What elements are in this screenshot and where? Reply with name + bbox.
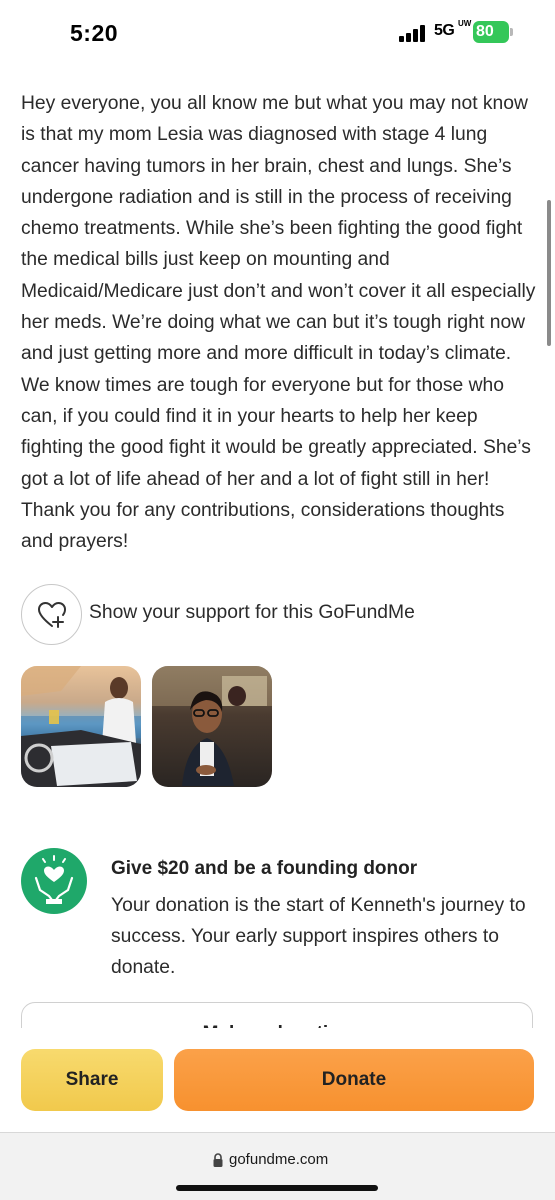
support-label[interactable]: Show your support for this GoFundMe bbox=[89, 602, 415, 624]
network-label: 5G bbox=[434, 22, 455, 39]
action-bar: Share Donate bbox=[0, 1028, 555, 1132]
status-bar: 5:20 5G UW 80 bbox=[0, 0, 555, 68]
home-indicator[interactable] bbox=[176, 1185, 378, 1191]
photo-boat-image bbox=[21, 666, 141, 787]
photo-portrait-image bbox=[152, 666, 272, 786]
browser-address-bar[interactable]: gofundme.com bbox=[0, 1132, 555, 1200]
signal-icon bbox=[399, 24, 429, 42]
photo-boat[interactable] bbox=[21, 666, 141, 787]
battery-level: 80 bbox=[476, 23, 494, 40]
lock-icon bbox=[213, 1153, 223, 1167]
support-button[interactable] bbox=[21, 584, 82, 645]
scrollbar[interactable] bbox=[547, 200, 551, 346]
founding-donor-description: Your donation is the start of Kenneth's … bbox=[111, 895, 526, 978]
heart-plus-icon bbox=[38, 602, 66, 628]
battery-cap bbox=[510, 28, 513, 36]
network-sub-label: UW bbox=[458, 19, 472, 28]
hands-heart-icon bbox=[21, 848, 87, 914]
battery-icon: 80 bbox=[473, 21, 509, 43]
founding-donor-title: Give $20 and be a founding donor bbox=[111, 858, 418, 879]
status-time: 5:20 bbox=[70, 20, 119, 46]
story-text: Hey everyone, you all know me but what y… bbox=[21, 93, 536, 553]
hands-heart-graphic bbox=[34, 855, 74, 904]
url-text[interactable]: gofundme.com bbox=[229, 1151, 328, 1168]
donate-button[interactable]: Donate bbox=[174, 1049, 534, 1111]
share-button[interactable]: Share bbox=[21, 1049, 163, 1111]
photo-portrait[interactable] bbox=[152, 666, 272, 787]
